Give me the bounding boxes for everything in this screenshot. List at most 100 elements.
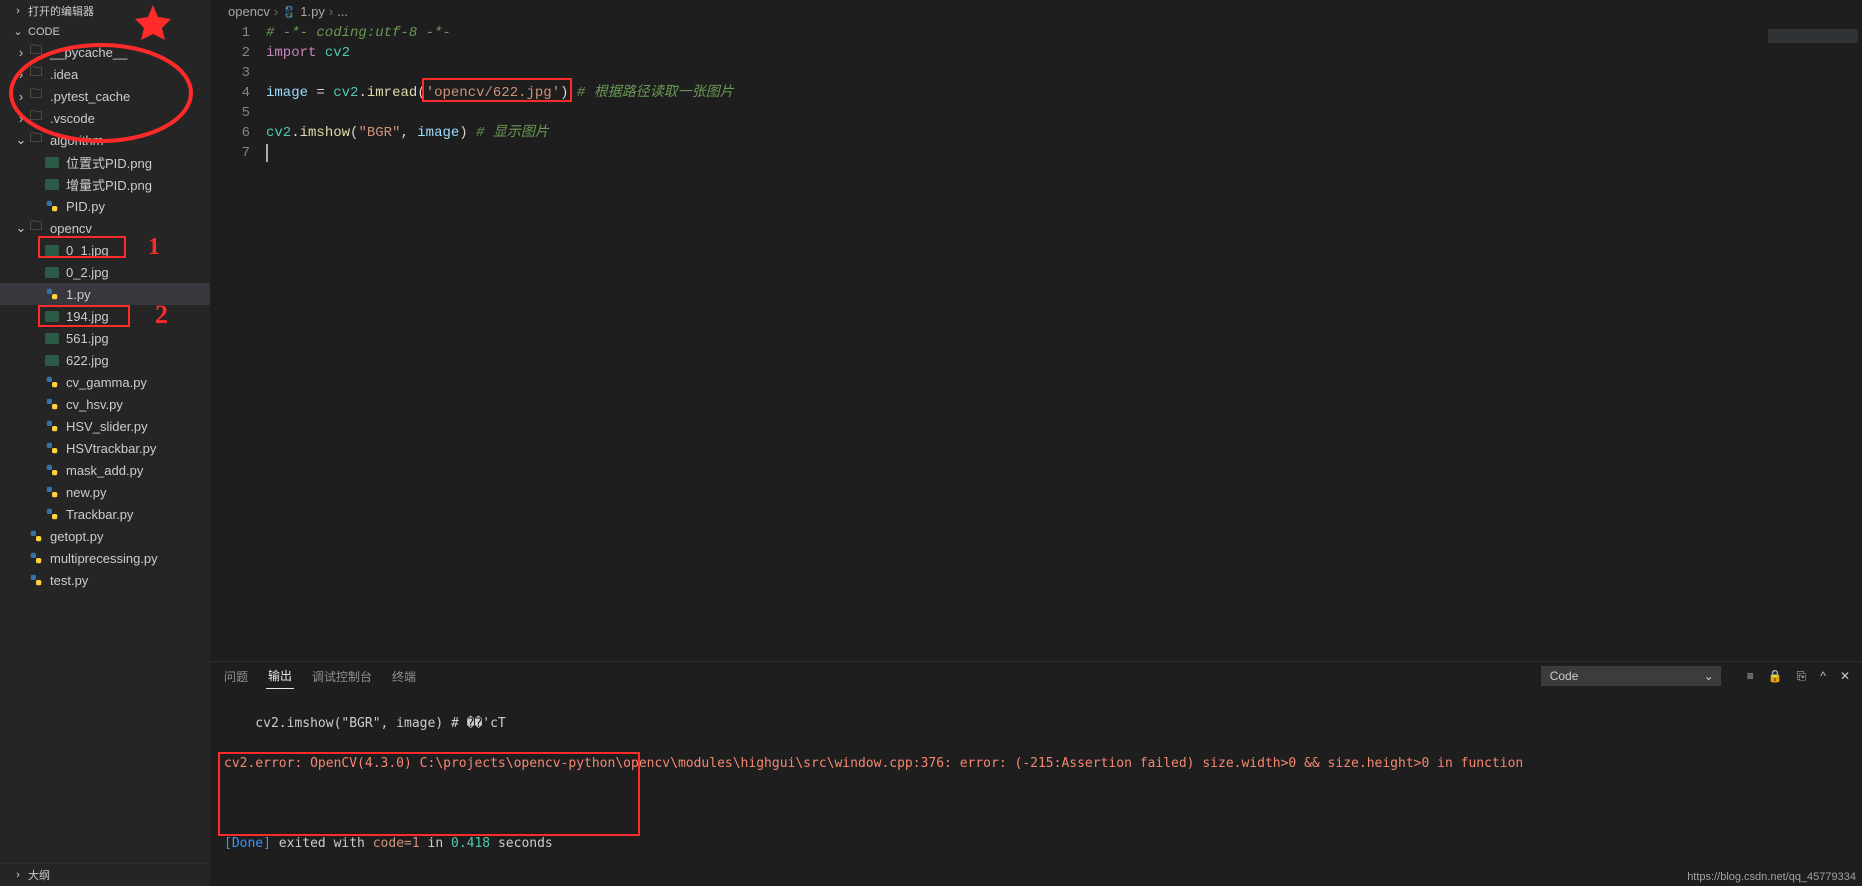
folder-icon: 🗀 xyxy=(28,217,44,239)
tree-item-cv-gamma-py[interactable]: cv_gamma.py xyxy=(0,371,210,393)
folder-root-label: CODE xyxy=(28,26,60,38)
breadcrumb-file[interactable]: 1.py xyxy=(300,4,325,19)
terminal-line: [Done] exited with code=1 in 0.418 secon… xyxy=(224,834,1848,854)
output-channel-select[interactable]: Code⌄ xyxy=(1541,666,1721,686)
python-icon xyxy=(44,441,60,455)
chevron-right-icon: › xyxy=(14,111,28,126)
tree-item-label: opencv xyxy=(50,221,92,236)
tree-item-194-jpg[interactable]: 194.jpg xyxy=(0,305,210,327)
tree-item-algorithm[interactable]: ⌄🗀algorithm xyxy=(0,129,210,151)
tree-item-label: algorithm xyxy=(50,133,103,148)
tree-item-622-jpg[interactable]: 622.jpg xyxy=(0,349,210,371)
tree-item--pid-png[interactable]: 增量式PID.png xyxy=(0,173,210,195)
file-tree[interactable]: ›🗀__pycache__›🗀.idea›🗀.pytest_cache›🗀.vs… xyxy=(0,41,210,863)
tab-output[interactable]: 输出 xyxy=(266,663,294,689)
tree-item-0-2-jpg[interactable]: 0_2.jpg xyxy=(0,261,210,283)
code-var: image xyxy=(266,85,316,101)
tree-item-multiprecessing-py[interactable]: multiprecessing.py xyxy=(0,547,210,569)
tree-item--pid-png[interactable]: 位置式PID.png xyxy=(0,151,210,173)
chevron-down-icon: ⌄ xyxy=(14,132,28,148)
code-comment: # -*- coding:utf-8 -*- xyxy=(266,25,451,41)
tree-item-hsv-slider-py[interactable]: HSV_slider.py xyxy=(0,415,210,437)
tree-item--vscode[interactable]: ›🗀.vscode xyxy=(0,107,210,129)
python-icon xyxy=(28,529,44,543)
tree-item--pycache-[interactable]: ›🗀__pycache__ xyxy=(0,41,210,63)
terminal-error-line: cv2.error: OpenCV(4.3.0) C:\projects\ope… xyxy=(224,754,1848,774)
watermark: https://blog.csdn.net/qq_45779334 xyxy=(1687,871,1856,883)
clear-icon[interactable]: ⎘ xyxy=(1797,669,1807,684)
chevron-right-icon: › xyxy=(14,45,28,60)
tree-item-new-py[interactable]: new.py xyxy=(0,481,210,503)
tree-item-opencv[interactable]: ⌄🗀 opencv xyxy=(0,217,210,239)
tree-item-561-jpg[interactable]: 561.jpg xyxy=(0,327,210,349)
open-editors-header[interactable]: › 打开的编辑器 xyxy=(0,0,210,22)
python-icon xyxy=(44,375,60,389)
line-number: 5 xyxy=(210,103,250,123)
panel-toolbar: ≡ 🔒 ⎘ ^ ✕ xyxy=(1747,669,1850,684)
image-icon xyxy=(44,179,60,190)
close-icon[interactable]: ✕ xyxy=(1840,669,1850,684)
tree-item-trackbar-py[interactable]: Trackbar.py xyxy=(0,503,210,525)
tree-item-cv-hsv-py[interactable]: cv_hsv.py xyxy=(0,393,210,415)
code-body[interactable]: # -*- coding:utf-8 -*- import cv2 image … xyxy=(266,23,1862,661)
python-icon xyxy=(44,287,60,301)
tree-item-pid-py[interactable]: PID.py xyxy=(0,195,210,217)
python-icon xyxy=(44,507,60,521)
chevron-right-icon: › xyxy=(14,89,28,104)
text-cursor xyxy=(266,144,268,162)
tree-item-label: 561.jpg xyxy=(66,331,109,346)
python-icon xyxy=(44,485,60,499)
folder-root-header[interactable]: ⌄ CODE xyxy=(0,22,210,41)
tree-item-label: mask_add.py xyxy=(66,463,143,478)
tree-item-label: getopt.py xyxy=(50,529,104,544)
open-editors-label: 打开的编辑器 xyxy=(28,3,94,19)
chevron-down-icon: ⌄ xyxy=(14,220,28,236)
tree-item-label: .pytest_cache xyxy=(50,89,130,104)
breadcrumb-more[interactable]: ... xyxy=(337,4,348,19)
code-module: cv2 xyxy=(316,45,350,61)
tab-terminal[interactable]: 终端 xyxy=(390,664,418,689)
image-icon xyxy=(44,311,60,322)
code-editor[interactable]: 1234567 # -*- coding:utf-8 -*- import cv… xyxy=(210,23,1862,661)
python-icon xyxy=(44,199,60,213)
chevron-right-icon: › xyxy=(274,4,278,19)
tree-item-0-1-jpg[interactable]: 0_1.jpg xyxy=(0,239,210,261)
explorer-sidebar: › 打开的编辑器 ⌄ CODE ›🗀__pycache__›🗀.idea›🗀.p… xyxy=(0,0,210,886)
output-terminal[interactable]: cv2.imshow("BGR", image) # ��'cT cv2.err… xyxy=(210,690,1862,886)
tree-item-label: 0_1.jpg xyxy=(66,243,109,258)
breadcrumb-folder[interactable]: opencv xyxy=(228,4,270,19)
tree-item-label: 1.py xyxy=(66,287,91,302)
annotation-number-1: 1 xyxy=(148,234,160,261)
terminal-line: cv2.imshow("BGR", image) # ��'cT xyxy=(224,714,1848,734)
python-icon xyxy=(44,463,60,477)
tree-item-getopt-py[interactable]: getopt.py xyxy=(0,525,210,547)
lock-icon[interactable]: 🔒 xyxy=(1768,669,1783,684)
tab-problems[interactable]: 问题 xyxy=(222,664,250,689)
tree-item-hsvtrackbar-py[interactable]: HSVtrackbar.py xyxy=(0,437,210,459)
breadcrumb[interactable]: opencv › 1.py › ... xyxy=(210,0,1862,23)
line-number: 1 xyxy=(210,23,250,43)
tree-item-label: .idea xyxy=(50,67,78,82)
tree-item-1-py[interactable]: 1.py xyxy=(0,283,210,305)
outline-header[interactable]: › 大纲 xyxy=(0,863,210,886)
python-icon xyxy=(28,551,44,565)
minimap[interactable] xyxy=(1768,29,1858,43)
filter-icon[interactable]: ≡ xyxy=(1747,669,1754,684)
line-number: 3 xyxy=(210,63,250,83)
tree-item-mask-add-py[interactable]: mask_add.py xyxy=(0,459,210,481)
tree-item-label: .vscode xyxy=(50,111,95,126)
image-icon xyxy=(44,333,60,344)
main-area: opencv › 1.py › ... 1234567 # -*- coding… xyxy=(210,0,1862,886)
chevron-down-icon: ⌄ xyxy=(1704,669,1714,683)
python-icon xyxy=(282,5,296,19)
tree-item-test-py[interactable]: test.py xyxy=(0,569,210,591)
tree-item-label: new.py xyxy=(66,485,106,500)
chevron-right-icon: › xyxy=(14,67,28,82)
tree-item--pytest-cache[interactable]: ›🗀.pytest_cache xyxy=(0,85,210,107)
tree-item--idea[interactable]: ›🗀.idea xyxy=(0,63,210,85)
image-icon xyxy=(44,157,60,168)
line-number: 6 xyxy=(210,123,250,143)
tab-debug-console[interactable]: 调试控制台 xyxy=(310,664,374,689)
maximize-icon[interactable]: ^ xyxy=(1820,669,1826,684)
python-icon xyxy=(44,397,60,411)
